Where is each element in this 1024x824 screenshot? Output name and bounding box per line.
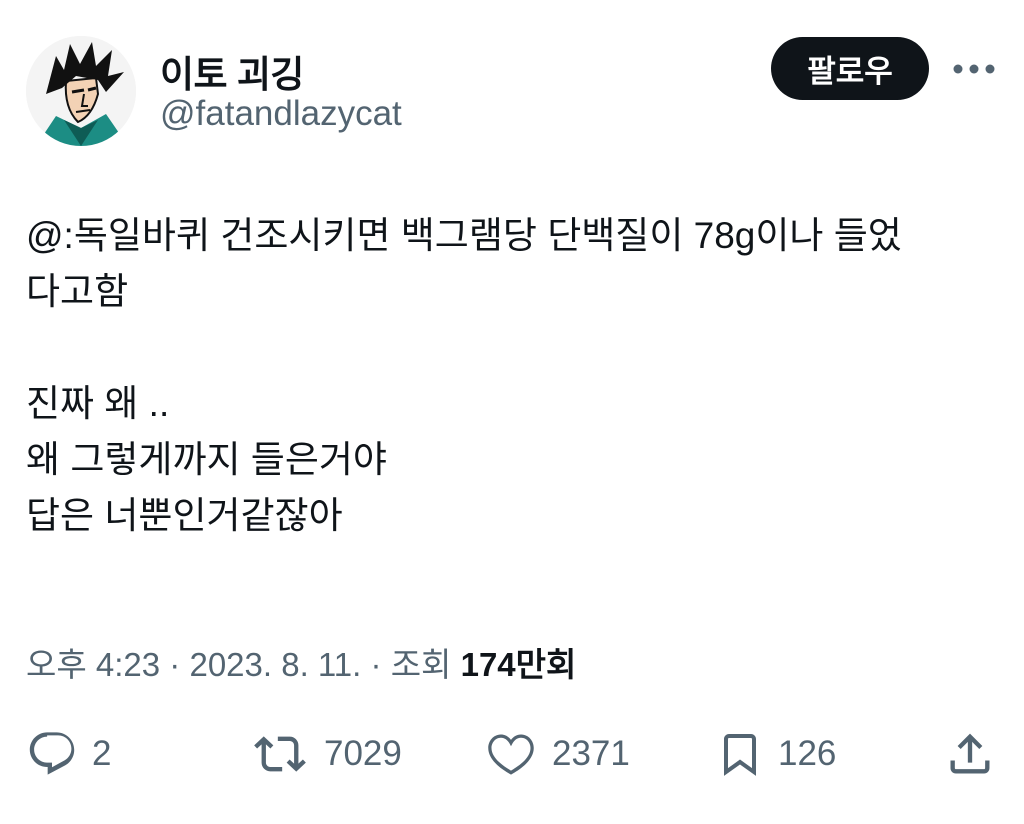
avatar-illustration bbox=[26, 36, 136, 146]
retweet-icon bbox=[250, 728, 310, 780]
reply-button[interactable]: 2 bbox=[26, 726, 111, 782]
bookmark-icon bbox=[716, 727, 764, 781]
like-button[interactable]: 2371 bbox=[484, 726, 630, 782]
reply-count: 2 bbox=[92, 734, 112, 773]
tweet-text: @:독일바퀴 건조시키면 백그램당 단백질이 78g이나 들었 다고함 진짜 왜… bbox=[26, 208, 996, 544]
tweet-time[interactable]: 오후 4:23 bbox=[26, 646, 160, 683]
retweet-button[interactable]: 7029 bbox=[250, 726, 402, 782]
tweet-meta: 오후 4:23 · 2023. 8. 11. · 조회 174만회 bbox=[26, 638, 576, 686]
follow-button[interactable]: 팔로우 bbox=[771, 37, 929, 100]
like-count: 2371 bbox=[552, 734, 630, 773]
tweet-line: 다고함 bbox=[26, 271, 129, 312]
views-prefix: 조회 bbox=[390, 646, 452, 683]
retweet-count: 7029 bbox=[324, 734, 402, 773]
user-handle[interactable]: @fatandlazycat bbox=[160, 94, 402, 134]
bookmark-count: 126 bbox=[778, 734, 837, 773]
meta-separator: · bbox=[169, 646, 181, 683]
display-name[interactable]: 이토 괴깅 bbox=[160, 44, 304, 98]
tweet-line: 답은 너뿐인거같잖아 bbox=[26, 495, 343, 536]
like-icon bbox=[484, 728, 538, 780]
tweet-line: @:독일바퀴 건조시키면 백그램당 단백질이 78g이나 들었 bbox=[26, 215, 902, 256]
tweet-line: 왜 그렇게까지 들은거야 bbox=[26, 439, 387, 480]
bookmark-button[interactable]: 126 bbox=[716, 726, 836, 782]
tweet-line: 진짜 왜 .. bbox=[26, 383, 170, 424]
views-count[interactable]: 174만회 bbox=[461, 646, 577, 683]
meta-separator: · bbox=[370, 646, 382, 683]
tweet-date[interactable]: 2023. 8. 11. bbox=[189, 646, 361, 683]
tweet-card: 이토 괴깅 @fatandlazycat 팔로우 @:독일바퀴 건조시키면 백그… bbox=[0, 0, 1024, 824]
avatar[interactable] bbox=[26, 36, 136, 146]
share-icon bbox=[944, 727, 996, 781]
more-icon[interactable] bbox=[952, 54, 996, 84]
share-button[interactable] bbox=[944, 726, 996, 782]
reply-icon bbox=[26, 728, 78, 780]
